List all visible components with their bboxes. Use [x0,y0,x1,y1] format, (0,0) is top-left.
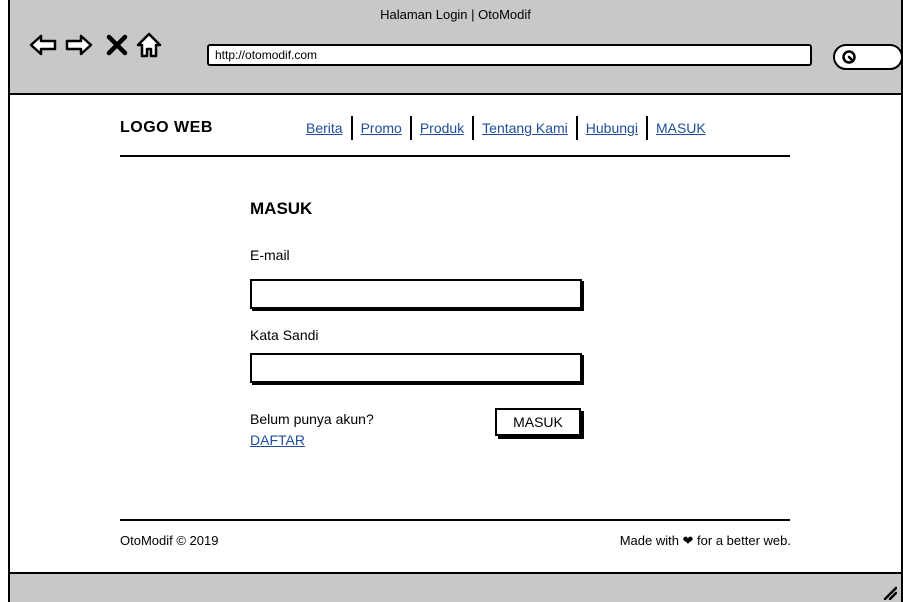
no-account-text: Belum punya akun? [250,411,374,427]
nav-link-tentang-kami[interactable]: Tentang Kami [474,120,576,136]
url-bar[interactable]: http://otomodif.com [207,44,812,66]
password-field[interactable] [250,353,582,383]
page-content: LOGO WEB Berita Promo Produk Tentang Kam… [8,95,903,572]
window-title: Halaman Login | OtoModif [380,7,531,22]
login-title: MASUK [250,199,313,218]
login-button[interactable]: MASUK [495,408,581,436]
forward-arrow-icon[interactable] [64,30,94,60]
footer-copyright: OtoModif © 2019 [120,533,219,548]
nav-link-promo[interactable]: Promo [353,120,410,136]
home-icon[interactable] [134,30,164,60]
close-icon[interactable] [102,30,132,60]
browser-chrome: Halaman Login | OtoModif http://otomodif… [8,0,903,95]
site-logo: LOGO WEB [120,119,213,136]
back-arrow-icon[interactable] [28,30,58,60]
nav-link-hubungi[interactable]: Hubungi [578,120,646,136]
email-input[interactable] [252,281,580,307]
search-icon [842,50,856,64]
email-label: E-mail [250,247,290,263]
nav-link-produk[interactable]: Produk [412,120,472,136]
status-bar [8,572,903,602]
search-box[interactable] [833,44,903,70]
main-nav: Berita Promo Produk Tentang Kami Hubungi… [298,116,714,140]
password-input[interactable] [252,355,580,381]
nav-link-berita[interactable]: Berita [298,120,351,136]
resize-grip-icon[interactable] [881,584,897,600]
register-link[interactable]: DAFTAR [250,432,305,448]
footer-divider [120,519,790,521]
footer-made-with: Made with ❤ for a better web. [619,533,791,548]
password-label: Kata Sandi [250,327,319,343]
email-field[interactable] [250,279,582,309]
header-divider [120,155,790,157]
nav-link-masuk[interactable]: MASUK [648,120,714,136]
